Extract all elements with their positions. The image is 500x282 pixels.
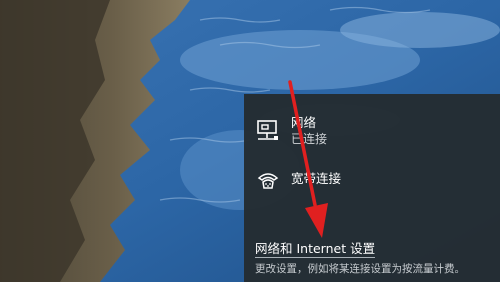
network-name: 网络 [291, 115, 317, 130]
broadband-connection-item[interactable]: 宽带连接 [244, 162, 500, 206]
ethernet-network-icon [257, 120, 278, 140]
network-flyout: 网络 已连接 宽带连接 网络和 Internet 设置 更改设置，例如将某连接设… [244, 94, 500, 282]
network-status: 已连接 [291, 132, 328, 146]
network-internet-settings-link[interactable]: 网络和 Internet 设置 [255, 241, 376, 258]
network-connection-item[interactable]: 网络 已连接 [244, 108, 500, 152]
broadband-name: 宽带连接 [291, 171, 342, 186]
settings-description: 更改设置，例如将某连接设置为按流量计费。 [255, 263, 465, 275]
dialup-broadband-icon [257, 173, 279, 189]
